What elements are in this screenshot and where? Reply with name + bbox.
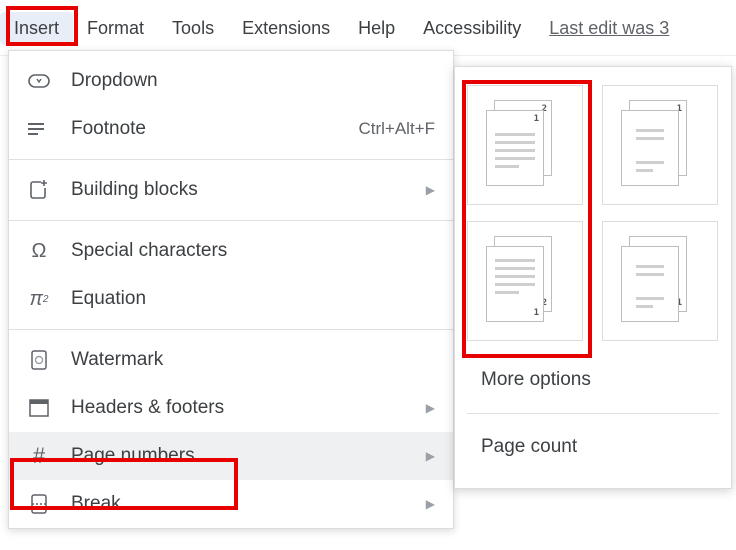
chevron-right-icon: ▶ [426,497,435,511]
menu-help-label: Help [358,18,395,38]
menu-format-label: Format [87,18,144,38]
building-blocks-icon [27,178,51,202]
menu-item-label: Special characters [71,240,435,262]
break-icon [27,492,51,516]
submenu-separator [467,413,719,414]
menu-item-shortcut: Ctrl+Alt+F [358,119,435,139]
page-count[interactable]: Page count [467,418,719,476]
menu-accessibility-label: Accessibility [423,18,521,38]
dropdown-icon [27,69,51,93]
menu-extensions[interactable]: Extensions [228,12,344,45]
menubar: Insert Format Tools Extensions Help Acce… [0,0,736,56]
menu-item-label: Headers & footers [71,397,426,419]
page-number-thumbnails: 2 1 1 2 1 [467,85,719,341]
pagenum-bottom-right-skip-first[interactable]: 1 [602,221,718,341]
pagenum-top-right-skip-first[interactable]: 1 [602,85,718,205]
menu-item-watermark[interactable]: Watermark [9,336,453,384]
menu-insert-label: Insert [14,18,59,38]
menu-insert[interactable]: Insert [0,12,73,45]
menu-format[interactable]: Format [73,12,158,45]
menu-help[interactable]: Help [344,12,409,45]
page-numbers-submenu: 2 1 1 2 1 [454,66,732,489]
menu-item-break[interactable]: Break ▶ [9,480,453,528]
chevron-right-icon: ▶ [426,401,435,415]
insert-dropdown: Dropdown Footnote Ctrl+Alt+F Building bl… [8,50,454,529]
menu-tools-label: Tools [172,18,214,38]
page-num-1: 1 [533,308,540,318]
menu-separator [9,159,453,160]
headers-footers-icon [27,396,51,420]
menu-item-building-blocks[interactable]: Building blocks ▶ [9,166,453,214]
chevron-right-icon: ▶ [426,449,435,463]
page-num-1: 1 [533,114,540,124]
menu-item-dropdown[interactable]: Dropdown [9,57,453,105]
menu-item-page-numbers[interactable]: # Page numbers ▶ [9,432,453,480]
footnote-icon [27,117,51,141]
menu-item-label: Watermark [71,349,435,371]
omega-icon: Ω [27,239,51,263]
menu-item-label: Equation [71,288,435,310]
pagenum-top-right-all[interactable]: 2 1 [467,85,583,205]
menu-item-label: Building blocks [71,179,426,201]
menu-item-equation[interactable]: π2 Equation [9,275,453,323]
menu-extensions-label: Extensions [242,18,330,38]
menu-item-footnote[interactable]: Footnote Ctrl+Alt+F [9,105,453,153]
menu-item-special-characters[interactable]: Ω Special characters [9,227,453,275]
menu-separator [9,220,453,221]
menu-item-label: Footnote [71,118,358,140]
last-edit-link[interactable]: Last edit was 3 [549,18,669,39]
pi-icon: π2 [27,287,51,311]
hash-icon: # [27,444,51,468]
pagenum-bottom-right-all[interactable]: 2 1 [467,221,583,341]
chevron-right-icon: ▶ [426,183,435,197]
menu-accessibility[interactable]: Accessibility [409,12,535,45]
menu-separator [9,329,453,330]
menu-item-label: Page numbers [71,445,426,467]
watermark-icon [27,348,51,372]
menu-item-label: Break [71,493,426,515]
more-options[interactable]: More options [467,351,719,409]
menu-item-label: Dropdown [71,70,435,92]
menu-item-headers-footers[interactable]: Headers & footers ▶ [9,384,453,432]
menu-tools[interactable]: Tools [158,12,228,45]
